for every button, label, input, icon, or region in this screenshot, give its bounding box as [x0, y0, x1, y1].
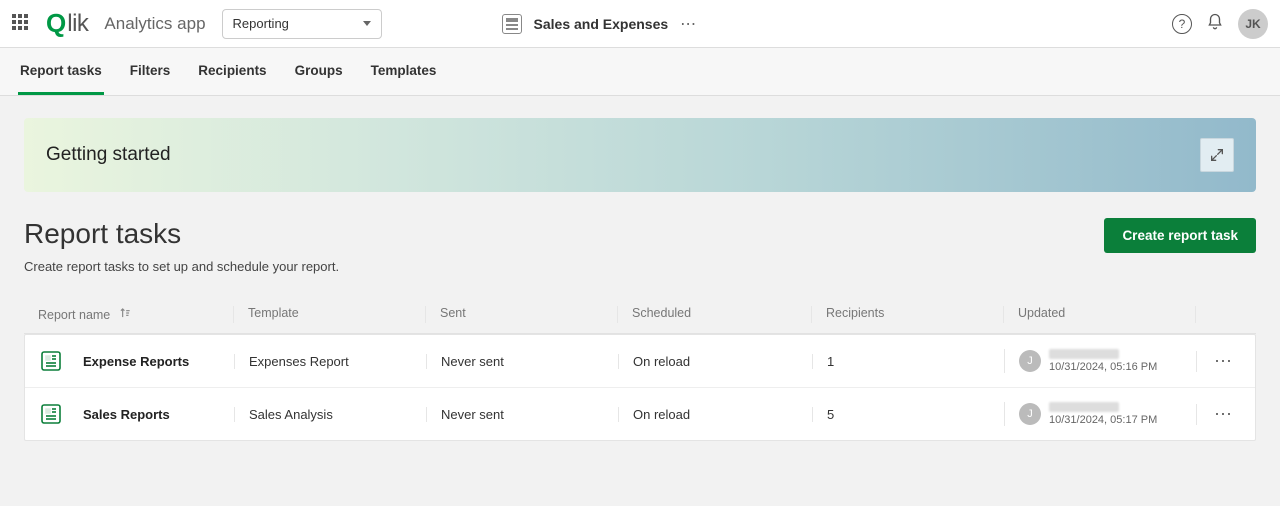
section-dropdown[interactable]: Reporting	[222, 9, 382, 39]
cell-scheduled: On reload	[618, 407, 812, 422]
updater-avatar: J	[1019, 350, 1041, 372]
cell-sent: Never sent	[426, 354, 618, 369]
cell-recipients: 1	[812, 354, 1004, 369]
sort-icon	[118, 306, 132, 323]
tab-groups[interactable]: Groups	[293, 48, 345, 95]
tab-filters[interactable]: Filters	[128, 48, 173, 95]
help-icon[interactable]: ?	[1172, 14, 1192, 34]
table-header: Report name Template Sent Scheduled Reci…	[24, 296, 1256, 334]
qlik-logo[interactable]: Qlik	[46, 8, 88, 39]
column-scheduled[interactable]: Scheduled	[617, 306, 811, 323]
tab-recipients[interactable]: Recipients	[196, 48, 268, 95]
updater-name-redacted	[1049, 349, 1119, 359]
cell-report-name: Sales Reports	[39, 402, 234, 426]
tab-report-tasks[interactable]: Report tasks	[18, 48, 104, 95]
page-subtitle: Create report tasks to set up and schedu…	[24, 259, 1256, 274]
chevron-down-icon	[363, 21, 371, 26]
table-row[interactable]: Sales Reports Sales Analysis Never sent …	[25, 388, 1255, 440]
notifications-icon[interactable]	[1206, 13, 1224, 34]
report-name-text: Expense Reports	[83, 354, 189, 369]
more-icon[interactable]: ⋯	[680, 14, 697, 34]
cell-scheduled: On reload	[618, 354, 812, 369]
cell-updated: J 10/31/2024, 05:17 PM	[1004, 402, 1196, 426]
column-actions	[1195, 306, 1235, 323]
page-header: Report tasks Create report task	[24, 218, 1256, 253]
expand-banner-button[interactable]	[1200, 138, 1234, 172]
column-template[interactable]: Template	[233, 306, 425, 323]
column-report-name-label: Report name	[38, 308, 110, 322]
updater-name-redacted	[1049, 402, 1119, 412]
banner-title: Getting started	[46, 144, 171, 166]
updated-timestamp: 10/31/2024, 05:17 PM	[1049, 414, 1157, 426]
cell-template: Sales Analysis	[234, 407, 426, 422]
create-report-task-button[interactable]: Create report task	[1104, 218, 1256, 253]
page-title: Report tasks	[24, 218, 181, 250]
logo-q: Q	[46, 8, 66, 39]
center-area: Sales and Expenses ⋯	[382, 14, 1172, 34]
getting-started-banner: Getting started	[24, 118, 1256, 192]
logo-rest: lik	[67, 10, 88, 38]
updated-timestamp: 10/31/2024, 05:16 PM	[1049, 361, 1157, 373]
cell-recipients: 5	[812, 407, 1004, 422]
column-recipients[interactable]: Recipients	[811, 306, 1003, 323]
content: Getting started Report tasks Create repo…	[0, 96, 1280, 463]
app-name-label: Analytics app	[104, 14, 205, 34]
dropdown-value: Reporting	[233, 16, 289, 31]
report-name-text: Sales Reports	[83, 407, 170, 422]
cell-updated: J 10/31/2024, 05:16 PM	[1004, 349, 1196, 373]
right-icons: ? JK	[1172, 9, 1268, 39]
top-bar: Qlik Analytics app Reporting Sales and E…	[0, 0, 1280, 48]
tabs: Report tasks Filters Recipients Groups T…	[0, 48, 1280, 96]
updater-avatar: J	[1019, 403, 1041, 425]
tab-templates[interactable]: Templates	[369, 48, 439, 95]
app-launcher-icon[interactable]	[12, 14, 32, 34]
table-body: Expense Reports Expenses Report Never se…	[24, 334, 1256, 441]
report-icon	[39, 402, 63, 426]
column-sent[interactable]: Sent	[425, 306, 617, 323]
cell-report-name: Expense Reports	[39, 349, 234, 373]
table-row[interactable]: Expense Reports Expenses Report Never se…	[25, 335, 1255, 388]
row-more-icon[interactable]: ⋯	[1196, 351, 1236, 372]
cell-sent: Never sent	[426, 407, 618, 422]
cell-template: Expenses Report	[234, 354, 426, 369]
sheet-title[interactable]: Sales and Expenses	[534, 16, 669, 32]
sheet-icon[interactable]	[502, 14, 522, 34]
row-more-icon[interactable]: ⋯	[1196, 404, 1236, 425]
column-report-name[interactable]: Report name	[38, 306, 233, 323]
report-tasks-table: Report name Template Sent Scheduled Reci…	[24, 296, 1256, 441]
user-avatar[interactable]: JK	[1238, 9, 1268, 39]
column-updated[interactable]: Updated	[1003, 306, 1195, 323]
report-icon	[39, 349, 63, 373]
